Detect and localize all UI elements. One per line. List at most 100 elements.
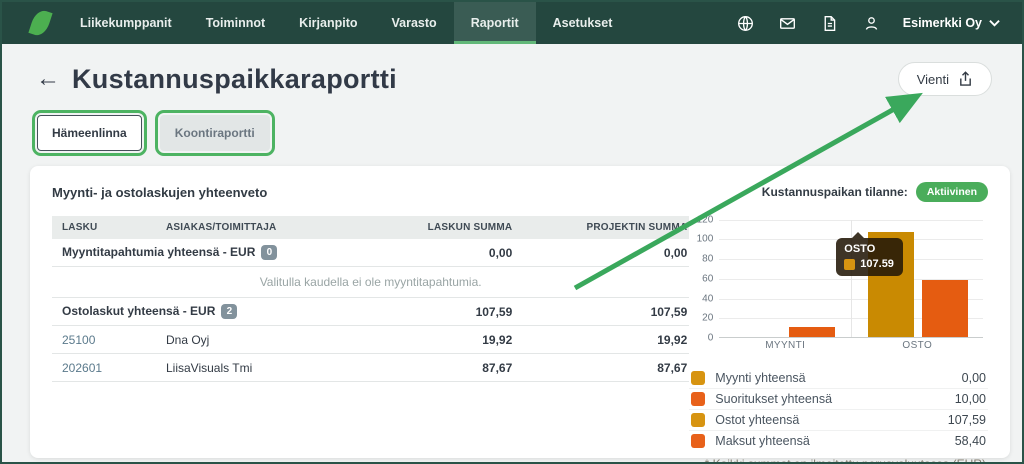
table-row: 25100 Dna Oyj 19,92 19,92	[52, 326, 689, 354]
invoice-sum: 19,92	[342, 333, 512, 347]
legend-label: Maksut yhteensä	[715, 434, 810, 448]
card-header: Myynti- ja ostolaskujen yhteenveto Kusta…	[52, 182, 988, 202]
company-name: Esimerkki Oy	[903, 16, 982, 30]
nav-item-kirjanpito[interactable]: Kirjanpito	[282, 2, 374, 44]
chart-tooltip: OSTO 107.59	[836, 238, 903, 276]
page-title: Kustannuspaikkaraportti	[72, 64, 397, 95]
app-window: Liikekumppanit Toiminnot Kirjanpito Vara…	[0, 0, 1024, 464]
page-header: ← Kustannuspaikkaraportti Vienti	[2, 44, 1022, 108]
legend-chip-orange	[691, 392, 705, 406]
bar-maksut-yhteensa[interactable]	[922, 280, 968, 337]
chart-footnote: * Kaikki summat on ilmoitettu perusvaluu…	[689, 451, 988, 464]
sales-count-badge: 0	[261, 245, 277, 260]
legend-label: Myynti yhteensä	[715, 371, 805, 385]
document-icon[interactable]	[811, 2, 849, 44]
col-lasku: LASKU	[54, 222, 166, 233]
bar-suoritukset-yhteensa[interactable]	[789, 327, 835, 337]
nav-item-asetukset[interactable]: Asetukset	[536, 2, 630, 44]
tab-annotation-box-2: Koontiraportti	[155, 110, 275, 156]
y-tick: 120	[697, 215, 714, 226]
export-button[interactable]: Vienti	[898, 62, 992, 96]
sales-project-sum: 0,00	[512, 246, 687, 260]
legend-item: Myynti yhteensä 0,00	[689, 368, 988, 389]
y-tick: 80	[702, 254, 713, 265]
top-navbar: Liikekumppanit Toiminnot Kirjanpito Vara…	[2, 2, 1022, 44]
export-icon	[958, 71, 973, 87]
chart-y-axis: 120 100 80 60 40 20 0	[689, 216, 715, 334]
x-label-osto: OSTO	[851, 340, 983, 351]
invoice-table: LASKU ASIAKAS/TOIMITTAJA LASKUN SUMMA PR…	[52, 216, 689, 464]
bar-group-myynti	[719, 220, 851, 337]
x-label-myynti: MYYNTI	[719, 340, 851, 351]
nav-item-raportit[interactable]: Raportit	[454, 2, 536, 44]
legend-value: 10,00	[955, 392, 986, 406]
legend-item: Suoritukset yhteensä 10,00	[689, 389, 988, 410]
bar-chart: 120 100 80 60 40 20 0	[689, 216, 988, 358]
invoice-sum: 87,67	[342, 361, 512, 375]
tooltip-value: 107.59	[860, 258, 894, 270]
tab-koontiraportti[interactable]: Koontiraportti	[160, 115, 270, 151]
tooltip-series-chip	[844, 259, 855, 270]
tooltip-value-row: 107.59	[844, 258, 894, 270]
export-button-label: Vienti	[917, 72, 949, 87]
sales-total-row: Myyntitapahtumia yhteensä - EUR0 0,00 0,…	[52, 239, 689, 267]
tab-annotation-box-1: Hämeenlinna	[32, 110, 147, 156]
legend-chip-orange	[691, 434, 705, 448]
purchases-project-sum: 107,59	[512, 305, 687, 319]
empty-sales-message: Valitulla kaudella ei ole myyntitapahtum…	[52, 267, 689, 298]
legend-item: Ostot yhteensä 107,59	[689, 410, 988, 431]
invoice-number-link[interactable]: 25100	[54, 333, 166, 347]
navbar-right: Esimerkki Oy	[727, 2, 1022, 44]
invoice-number-link[interactable]: 202601	[54, 361, 166, 375]
nav-item-liikekumppanit[interactable]: Liikekumppanit	[63, 2, 189, 44]
card-body: LASKU ASIAKAS/TOIMITTAJA LASKUN SUMMA PR…	[52, 216, 988, 464]
project-sum: 87,67	[512, 361, 687, 375]
col-asiakas: ASIAKAS/TOIMITTAJA	[166, 222, 342, 233]
tab-bar: Hämeenlinna Koontiraportti	[2, 108, 1022, 166]
nav-item-varasto[interactable]: Varasto	[375, 2, 454, 44]
status-label: Kustannuspaikan tilanne:	[762, 185, 908, 199]
legend-value: 58,40	[955, 434, 986, 448]
y-tick: 0	[708, 333, 714, 344]
y-tick: 100	[697, 234, 714, 245]
project-sum: 19,92	[512, 333, 687, 347]
legend-chip-gold	[691, 371, 705, 385]
legend-value: 107,59	[948, 413, 986, 427]
legend-label: Ostot yhteensä	[715, 413, 799, 427]
purchases-total-row: Ostolaskut yhteensä - EUR2 107,59 107,59	[52, 298, 689, 326]
tab-hameenlinna[interactable]: Hämeenlinna	[37, 115, 142, 151]
legend-value: 0,00	[962, 371, 986, 385]
summary-card: Myynti- ja ostolaskujen yhteenveto Kusta…	[30, 166, 1010, 458]
purchases-invoice-sum: 107,59	[342, 305, 512, 319]
chevron-down-icon	[989, 19, 1000, 27]
y-tick: 40	[702, 294, 713, 305]
tooltip-title: OSTO	[844, 243, 894, 255]
user-icon[interactable]	[853, 2, 891, 44]
mail-icon[interactable]	[769, 2, 807, 44]
globe-icon[interactable]	[727, 2, 765, 44]
card-title: Myynti- ja ostolaskujen yhteenveto	[52, 185, 267, 200]
nav-item-toiminnot[interactable]: Toiminnot	[189, 2, 282, 44]
cost-center-status: Kustannuspaikan tilanne: Aktiivinen	[762, 182, 988, 202]
chart-legend: Myynti yhteensä 0,00 Suoritukset yhteens…	[689, 368, 988, 464]
y-tick: 60	[702, 274, 713, 285]
company-menu[interactable]: Esimerkki Oy	[903, 16, 1000, 30]
purchases-count-badge: 2	[221, 304, 237, 319]
brand-logo[interactable]	[2, 2, 63, 44]
back-arrow-icon[interactable]: ←	[36, 67, 60, 91]
chart-x-axis: MYYNTI OSTO	[719, 340, 983, 351]
chart-section: 120 100 80 60 40 20 0	[689, 216, 988, 464]
legend-chip-gold	[691, 413, 705, 427]
table-header-row: LASKU ASIAKAS/TOIMITTAJA LASKUN SUMMA PR…	[52, 216, 689, 239]
leaf-icon	[28, 8, 52, 38]
y-tick: 20	[702, 313, 713, 324]
col-laskun-summa: LASKUN SUMMA	[342, 222, 512, 233]
party-name: LiisaVisuals Tmi	[166, 361, 342, 375]
purchases-total-label: Ostolaskut yhteensä - EUR2	[54, 304, 342, 319]
sales-invoice-sum: 0,00	[342, 246, 512, 260]
col-projektin-summa: PROJEKTIN SUMMA	[512, 222, 687, 233]
status-badge: Aktiivinen	[916, 182, 988, 202]
table-row: 202601 LiisaVisuals Tmi 87,67 87,67	[52, 354, 689, 382]
party-name: Dna Oyj	[166, 333, 342, 347]
legend-label: Suoritukset yhteensä	[715, 392, 832, 406]
